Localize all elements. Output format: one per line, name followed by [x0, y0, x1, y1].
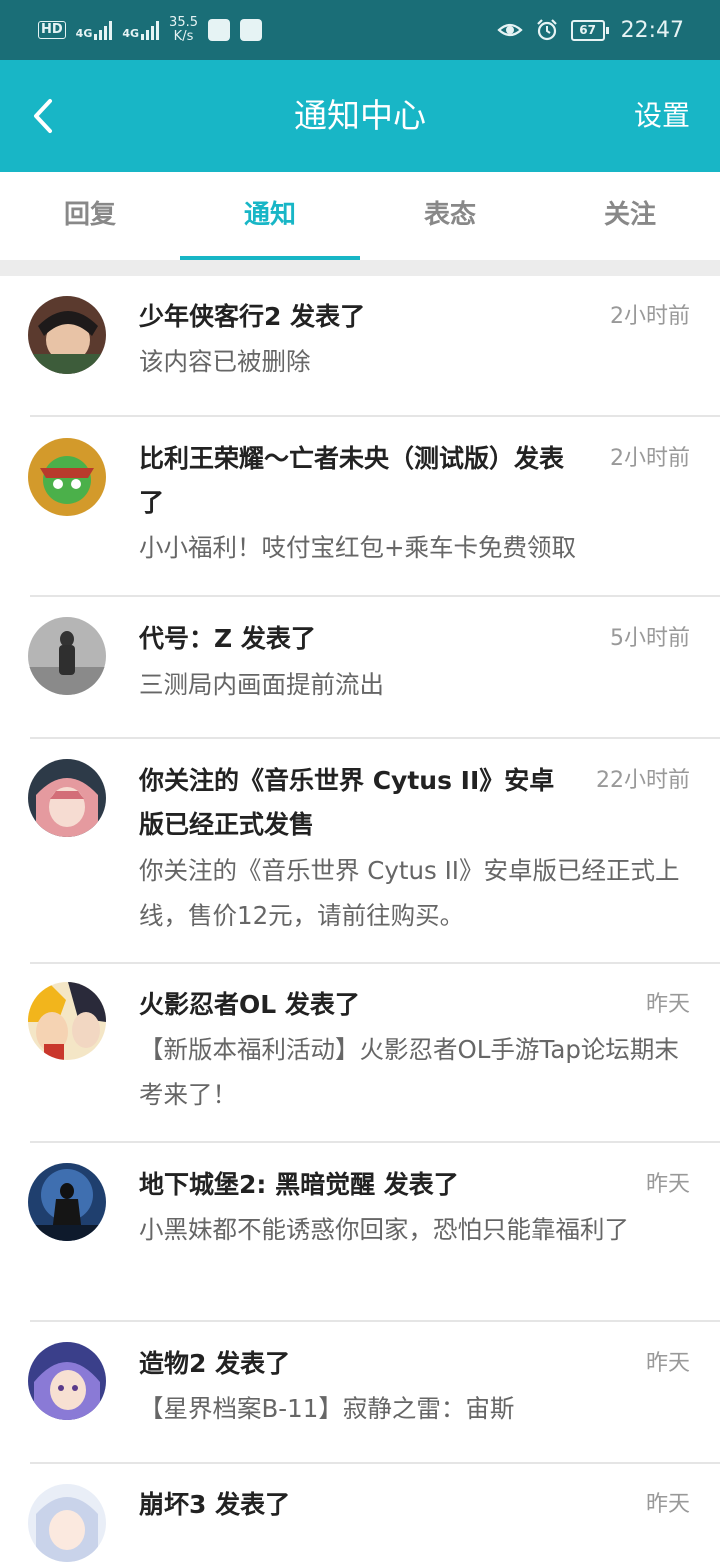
item-time: 昨天 [645, 1492, 690, 1517]
tab-bar: 回复 通知 表态 关注 [0, 172, 720, 260]
speed-value: 35.5 [169, 15, 198, 30]
item-body: 该内容已被删除 [139, 347, 311, 376]
network-speed: 35.5 K/s [169, 16, 198, 44]
list-item[interactable]: 你关注的《音乐世界 Cytus II》安卓版已经正式发售 22小时前 你关注的《… [0, 739, 720, 964]
avatar[interactable] [28, 759, 106, 837]
list-item[interactable]: 代号：Z 发表了 5小时前 三测局内画面提前流出 [0, 597, 720, 739]
page-title: 通知中心 [294, 96, 426, 135]
item-title: 代号：Z 发表了 [139, 624, 316, 653]
hd-badge: HD [38, 21, 66, 39]
list-item[interactable]: 崩坏3 发表了 昨天 [0, 1464, 720, 1562]
list-item[interactable]: 地下城堡2: 黑暗觉醒 发表了 昨天 小黑妹都不能诱惑你回家，恐怕只能靠福利了 [0, 1143, 720, 1322]
item-time: 2小时前 [610, 446, 690, 471]
item-time: 昨天 [645, 992, 690, 1017]
list-item[interactable]: 少年侠客行2 发表了 2小时前 该内容已被删除 [0, 276, 720, 417]
item-title: 火影忍者OL 发表了 [139, 990, 360, 1019]
avatar[interactable] [28, 296, 106, 374]
list-item[interactable]: 比利王荣耀～亡者未央（测试版）发表了 2小时前 小小福利！吱付宝红包+乘车卡免费… [0, 417, 720, 597]
item-time: 22小时前 [596, 768, 690, 793]
item-title: 少年侠客行2 发表了 [139, 302, 366, 331]
status-left: HD 4G 4G 35.5 K/s [38, 12, 262, 48]
item-time: 5小时前 [610, 626, 690, 651]
speed-unit: K/s [173, 29, 194, 44]
alarm-icon [536, 19, 557, 41]
signal-2-label: 4G [122, 27, 140, 40]
signal-2: 4G [122, 20, 160, 40]
item-body: 三测局内画面提前流出 [139, 670, 384, 699]
battery-icon: 67 [570, 19, 609, 41]
item-title: 造物2 发表了 [139, 1349, 291, 1378]
item-body: 你关注的《音乐世界 Cytus II》安卓版已经正式上线，售价12元，请前往购买… [139, 856, 680, 930]
item-title: 比利王荣耀～亡者未央（测试版）发表了 [139, 444, 565, 517]
section-separator [0, 260, 720, 276]
list-item[interactable]: 火影忍者OL 发表了 昨天 【新版本福利活动】火影忍者OL手游Tap论坛期末考来… [0, 964, 720, 1143]
avatar[interactable] [28, 438, 106, 516]
settings-button[interactable]: 设置 [634, 60, 690, 172]
signal-bars-icon [94, 20, 113, 40]
battery-level: 67 [570, 19, 605, 41]
signal-1: 4G [76, 20, 113, 40]
avatar[interactable] [28, 617, 106, 695]
avatar[interactable] [28, 982, 106, 1060]
tab-reply[interactable]: 回复 [0, 172, 180, 260]
item-title: 你关注的《音乐世界 Cytus II》安卓版已经正式发售 [139, 766, 555, 839]
item-title: 地下城堡2: 黑暗觉醒 发表了 [139, 1170, 459, 1199]
notification-app-icon [208, 19, 230, 41]
item-body: 【星界档案B-11】寂静之雷：宙斯 [139, 1394, 515, 1423]
item-time: 昨天 [645, 1172, 690, 1197]
avatar[interactable] [28, 1342, 106, 1420]
item-time: 昨天 [645, 1351, 690, 1376]
item-title: 崩坏3 发表了 [139, 1490, 291, 1519]
eye-comfort-icon [496, 23, 523, 37]
item-time: 2小时前 [610, 304, 690, 329]
signal-bars-icon [141, 20, 160, 40]
avatar[interactable] [28, 1484, 106, 1562]
signal-1-label: 4G [75, 27, 93, 40]
item-body: 小黑妹都不能诱惑你回家，恐怕只能靠福利了 [139, 1215, 629, 1244]
item-body: 小小福利！吱付宝红包+乘车卡免费领取 [139, 533, 577, 562]
list-item[interactable]: 造物2 发表了 昨天 【星界档案B-11】寂静之雷：宙斯 [0, 1322, 720, 1464]
item-body: 【新版本福利活动】火影忍者OL手游Tap论坛期末考来了！ [139, 1035, 679, 1109]
tab-reactions[interactable]: 表态 [360, 172, 540, 260]
avatar[interactable] [28, 1163, 106, 1241]
leaf-app-icon [240, 19, 262, 41]
tab-follow[interactable]: 关注 [540, 172, 720, 260]
clock: 22:47 [620, 17, 684, 43]
tab-notifications[interactable]: 通知 [180, 172, 360, 260]
status-bar: HD 4G 4G 35.5 K/s 67 22:47 [0, 0, 720, 60]
status-right: 67 22:47 [496, 12, 684, 48]
title-bar: 通知中心 设置 [0, 60, 720, 172]
